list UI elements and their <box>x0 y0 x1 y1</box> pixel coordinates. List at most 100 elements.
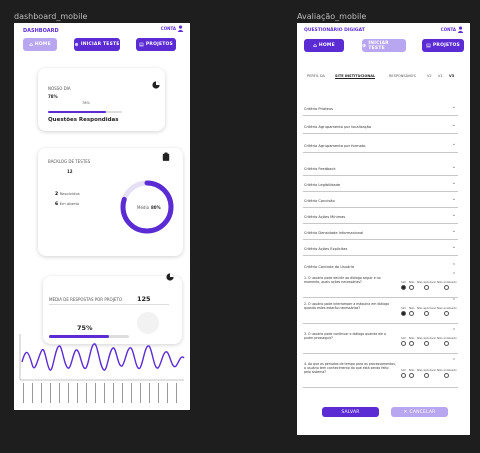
new-test-button-right[interactable]: ⊕ INICIAR TESTE <box>362 39 406 52</box>
ring-label: Média <box>137 205 150 210</box>
criterion-row[interactable]: Critério Agrupamento por formato ⌄ <box>303 140 458 153</box>
cancel-button[interactable]: ✕ CANCELAR <box>391 407 448 417</box>
card1-title: NOSSO DIA <box>48 86 71 91</box>
option-not-analyzed[interactable]: Não analisado <box>437 306 457 316</box>
option-label: Não analisado <box>437 280 457 284</box>
tab-responsibles[interactable]: RESPONSÁVEIS <box>389 74 416 78</box>
option-not-analyzed[interactable]: Não analisado <box>437 368 457 378</box>
chevron-down-icon: ⌄ <box>451 164 456 170</box>
radio <box>423 340 429 346</box>
option-label: Não aplicável <box>417 336 436 340</box>
chevron-down-icon: ⌄ <box>451 212 456 218</box>
radio <box>409 340 415 346</box>
radio <box>444 372 450 378</box>
home-button-right[interactable]: ⌂ HOME <box>304 39 344 52</box>
criterion-row[interactable]: Critério Densidade Informacional ⌄ <box>303 227 458 240</box>
folder-icon: ▤ <box>138 41 144 48</box>
option-no[interactable]: Não <box>409 336 415 346</box>
chevron-down-icon: ⌄ <box>451 196 456 202</box>
criterion-row[interactable]: Critério Agrupamento por localização ⌄ <box>303 121 458 134</box>
radio-selected <box>401 284 407 290</box>
criterion-row[interactable]: Critério Ações Mínimas ⌄ <box>303 211 458 224</box>
app-brand: DASHBOARD <box>23 28 59 34</box>
home-button[interactable]: ⌂ HOME <box>23 38 57 51</box>
option-yes[interactable]: Sim <box>401 280 406 290</box>
test-backlog-card: BACKLOG DE TESTES 12 2 Resolvidos 6 Em a… <box>38 148 183 256</box>
criterion-row[interactable]: Critério Feedback ⌄ <box>303 163 458 176</box>
chevron-up-icon[interactable]: ⌃ <box>452 272 456 278</box>
projects-button[interactable]: ▤ PROJETOS <box>136 38 176 51</box>
home-label: HOME <box>34 42 51 47</box>
new-test-button[interactable]: ⊕ INICIAR TESTE <box>74 38 120 51</box>
resolved-label: Resolvidos <box>59 191 80 196</box>
radio <box>409 372 415 378</box>
card1-percent: 78% <box>48 94 58 99</box>
option-no[interactable]: Não <box>409 306 415 316</box>
activity-line-chart <box>19 334 185 403</box>
option-label: Não <box>409 306 415 310</box>
option-not-analyzed[interactable]: Não analisado <box>437 336 457 346</box>
close-icon: ✕ <box>403 409 408 415</box>
plus-icon-right: ⊕ <box>362 42 367 49</box>
chevron-down-icon: ⌄ <box>451 180 456 186</box>
question-item: 3. O usuário pode continuar o diálogo qu… <box>303 328 458 354</box>
tab-institutional-site[interactable]: SITE INSTITUCIONAL <box>335 74 376 79</box>
card1-bubble: 78% <box>82 101 90 105</box>
option-na[interactable]: Não aplicável <box>417 280 436 290</box>
option-label: Não analisado <box>437 306 457 310</box>
criterion-row[interactable]: Critério Prioteus ⌄ <box>303 103 458 116</box>
clipboard-icon <box>162 152 170 161</box>
frame-label-evaluation: Avaliação_mobile <box>297 12 367 21</box>
option-not-analyzed[interactable]: Não analisado <box>437 280 457 290</box>
chevron-up-icon[interactable]: ⌃ <box>452 328 456 334</box>
radio <box>423 310 429 316</box>
question-text: 3. O usuário pode continuar o diálogo qu… <box>304 332 386 340</box>
projects-button-right[interactable]: ▤ PROJETOS <box>422 39 464 52</box>
save-button[interactable]: SALVAR <box>322 407 379 417</box>
option-no[interactable]: Não <box>409 280 415 290</box>
open-stat: 6 Em aberto <box>55 201 79 207</box>
version-v1[interactable]: V1 <box>438 74 443 78</box>
home-icon: ⌂ <box>29 41 33 48</box>
criterion-row[interactable]: Critério Concisão ⌄ <box>303 195 458 208</box>
option-label: Não <box>409 280 415 284</box>
radio-selected <box>401 310 407 316</box>
option-no[interactable]: Não <box>409 368 415 378</box>
option-na[interactable]: Não aplicável <box>417 368 436 378</box>
user-icon-right[interactable] <box>457 26 464 33</box>
version-v3[interactable]: V3 <box>449 74 454 78</box>
option-na[interactable]: Não aplicável <box>417 306 436 316</box>
user-icon[interactable] <box>177 25 184 32</box>
option-yes[interactable]: Sim <box>401 306 406 316</box>
tab-profile[interactable]: PERFIL DA <box>307 74 325 78</box>
option-yes[interactable]: Sim <box>401 368 406 378</box>
criterion-row[interactable]: Critério Ações Explícitas ⌄ <box>303 243 458 256</box>
chevron-up-icon[interactable]: ⌃ <box>452 298 456 304</box>
chevron-down-icon: ⌄ <box>451 244 456 250</box>
criterion-label: Critério Densidade Informacional <box>304 231 364 235</box>
chevron-up-icon[interactable]: ⌃ <box>452 263 456 269</box>
criterion-row[interactable]: Critério Legibilidade ⌄ <box>303 179 458 192</box>
chevron-up-icon[interactable]: ⌃ <box>452 358 456 364</box>
account-link[interactable]: CONTA <box>161 26 176 31</box>
chevron-down-icon: ⌄ <box>451 104 456 110</box>
option-label: Sim <box>401 306 407 310</box>
chevron-down-icon: ⌄ <box>451 228 456 234</box>
chart-line-series <box>21 343 185 371</box>
plus-icon: ⊕ <box>74 41 79 48</box>
radio <box>401 372 407 378</box>
pie-chart-icon-2 <box>166 273 174 281</box>
ring-percent: 80% <box>151 205 161 210</box>
option-yes[interactable]: Sim <box>401 336 406 346</box>
question-item: 2. O usuário pode interromper a máquina … <box>303 298 458 324</box>
option-na[interactable]: Não aplicável <box>417 336 436 346</box>
average-ring-chart: Média 80% <box>120 180 174 234</box>
resolved-stat: 2 Resolvidos <box>55 191 80 197</box>
option-label: Sim <box>401 368 407 372</box>
projects-label: PROJETOS <box>145 42 173 47</box>
question-text: 2. O usuário pode interromper a máquina … <box>304 302 390 310</box>
version-v2[interactable]: V2 <box>427 74 432 78</box>
open-criterion-title[interactable]: Critério Controle do Usuário <box>304 265 354 269</box>
folder-icon-right: ▤ <box>425 42 431 49</box>
account-link-right[interactable]: CONTA <box>441 27 456 32</box>
